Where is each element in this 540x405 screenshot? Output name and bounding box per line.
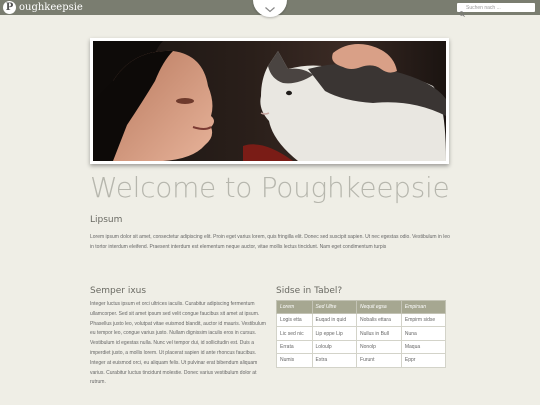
table-header-row: Lorem Sed Ultre Nequit egsa Empirsan [276,300,447,314]
chevron-down-icon [264,0,276,17]
table-cell: Lip eppe Lip [311,326,358,341]
table-cell: Nullus in Bull [356,326,402,341]
table-heading: Sidse in Tabel? [276,286,343,296]
column-header: Empirsan [400,300,447,314]
table-cell: Lic sed nic [276,326,313,341]
table-cell: Eppr [400,353,447,368]
table-cell: Nuna [400,326,447,341]
table-cell: Loloulp [311,339,358,355]
table-cell: Empirm sidse [400,312,447,328]
table-row: Numis Extra Furunt Eppr [276,353,447,368]
table-cell: Furunt [356,353,402,368]
column-header: Sed Ultre [311,300,358,314]
column-header: Nequit egsa [356,300,402,314]
table-cell: Nonolp [356,339,402,355]
table-cell: Logis etta [276,312,313,328]
search-box[interactable] [457,3,535,17]
site-logo[interactable]: P [3,1,16,14]
search-icon [459,4,465,22]
table-cell: Extra [311,353,358,368]
woman-with-cat-photo [93,41,446,161]
lipsum-paragraph: Lorem ipsum dolor sit amet, consectetur … [90,234,450,250]
column-header: Lorem [276,300,313,314]
table-cell: Maqua [400,339,447,355]
hero-image [90,38,449,164]
table-row: Logis etta Euqad in quid Nobalis ettara … [276,312,447,328]
table-row: Errata Loloulp Nonolp Maqua [276,339,447,355]
data-table: Lorem Sed Ultre Nequit egsa Empirsan Log… [276,300,447,368]
table-cell: Nobalis ettara [356,312,402,328]
search-input[interactable] [466,3,532,12]
table-row: Lic sed nic Lip eppe Lip Nullus in Bull … [276,326,447,341]
table-cell: Euqad in quid [311,312,358,328]
semper-paragraph: Integer luctus ipsum et orci ultrices ia… [90,301,266,386]
table-cell: Numis [276,353,313,368]
lipsum-heading: Lipsum [90,215,123,225]
site-name[interactable]: oughkeepsie [19,1,83,14]
table-cell: Errata [276,339,313,355]
page-title: Welcome to Poughkeepsie [90,171,450,204]
semper-heading: Semper ixus [90,286,147,296]
